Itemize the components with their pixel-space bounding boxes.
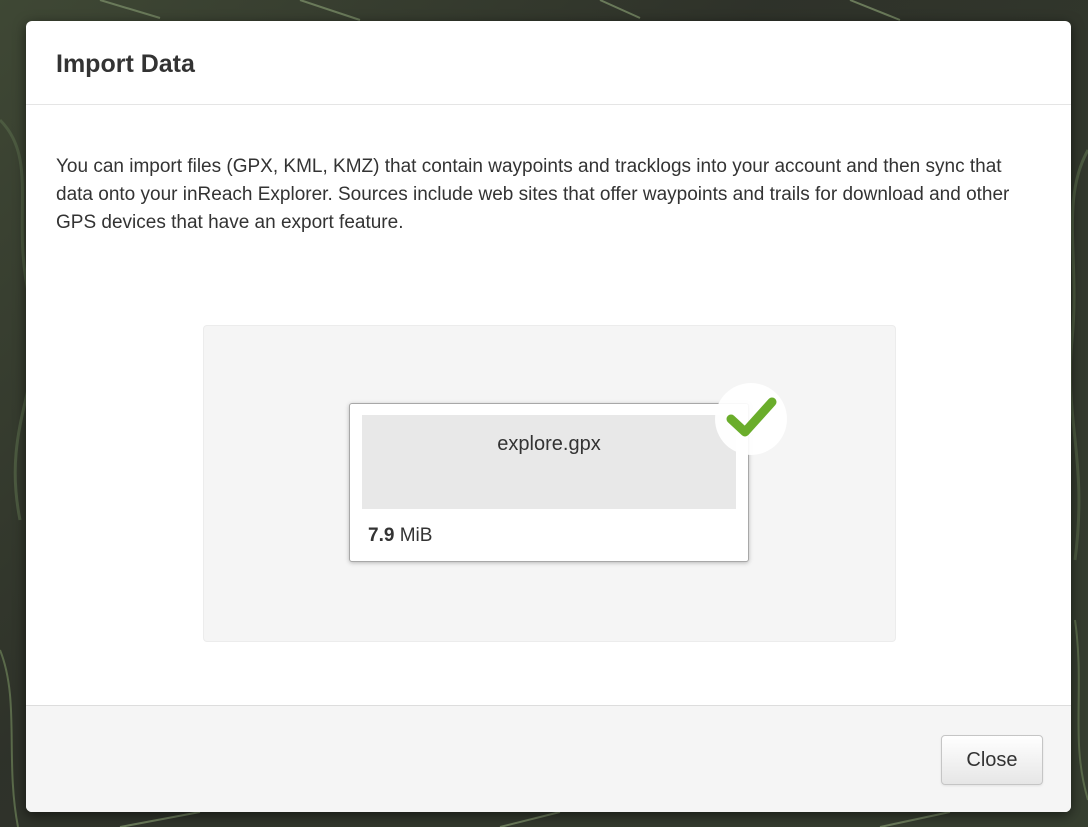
dialog-header: Import Data (26, 21, 1071, 105)
close-button[interactable]: Close (941, 735, 1043, 785)
dialog-body: You can import files (GPX, KML, KMZ) tha… (26, 105, 1071, 705)
file-size-value: 7.9 (368, 525, 395, 546)
file-name: explore.gpx (497, 433, 601, 455)
dialog-title: Import Data (56, 50, 195, 78)
import-description: You can import files (GPX, KML, KMZ) tha… (56, 156, 1010, 233)
upload-success-badge (715, 383, 787, 455)
file-dropzone[interactable]: explore.gpx 7.9 MiB (203, 325, 896, 642)
dialog-footer: Close (26, 705, 1071, 812)
file-name-area: explore.gpx (362, 415, 736, 509)
import-data-dialog: Import Data You can import files (GPX, K… (26, 21, 1071, 812)
file-size-unit: MiB (399, 525, 433, 546)
file-size: 7.9 MiB (368, 525, 432, 547)
file-preview-card: explore.gpx 7.9 MiB (349, 383, 787, 562)
